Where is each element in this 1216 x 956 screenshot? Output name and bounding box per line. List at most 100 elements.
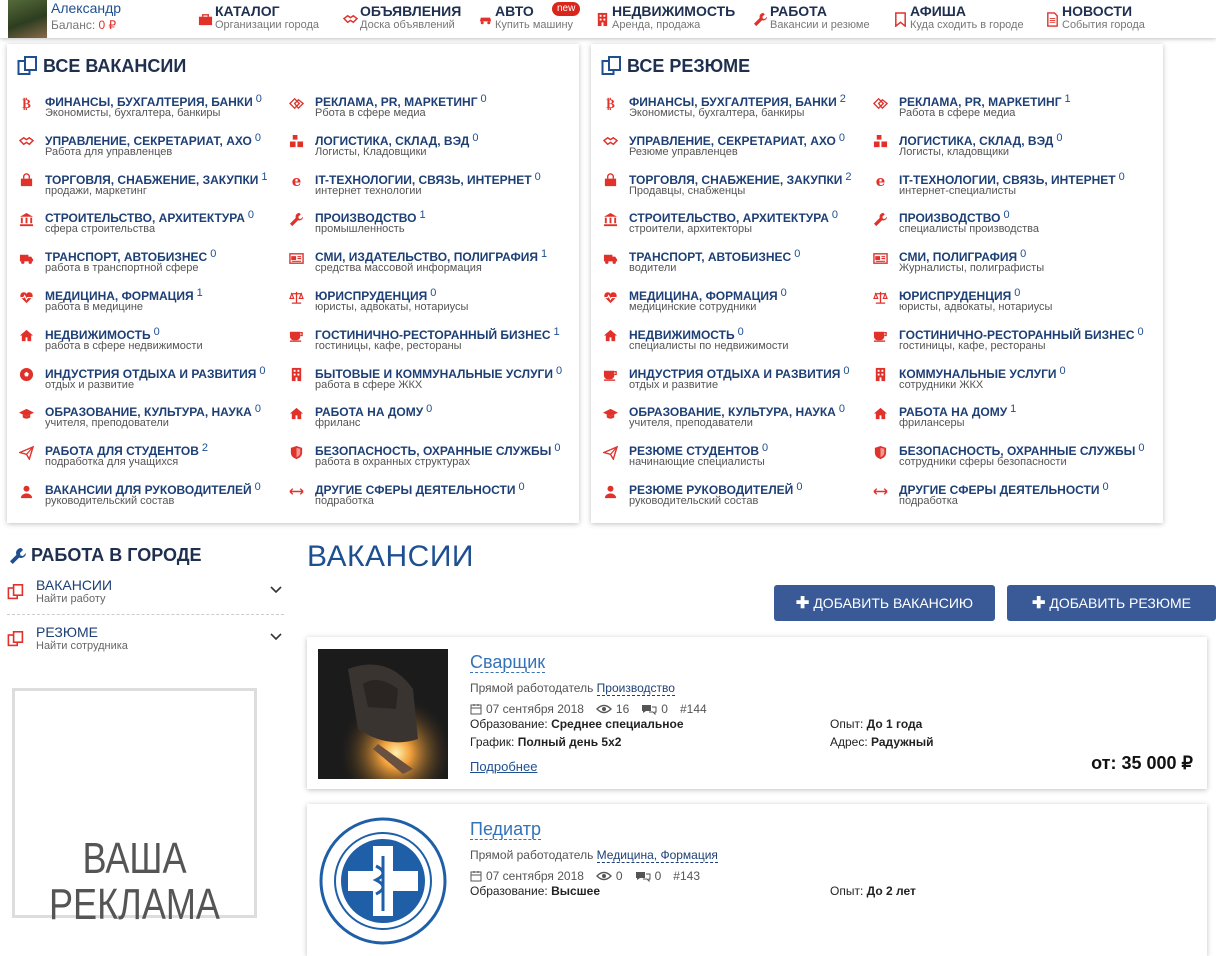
category-link[interactable]: РАБОТА НА ДОМУ 1: [899, 399, 1016, 419]
category-link[interactable]: РЕЗЮМЕ РУКОВОДИТЕЛЕЙ 0: [629, 477, 802, 497]
category-link[interactable]: УПРАВЛЕНИЕ, СЕКРЕТАРИАТ, АХО 0: [45, 128, 261, 148]
category-item[interactable]: РЕЗЮМЕ СТУДЕНТОВ 0 начинающие специалисты: [601, 438, 876, 472]
category-link[interactable]: ИНДУСТРИЯ ОТДЫХА И РАЗВИТИЯ 0: [45, 361, 266, 381]
welder-photo[interactable]: [318, 649, 448, 779]
category-item[interactable]: НЕДВИЖИМОСТЬ 0 работа в сфере недвижимости: [17, 322, 292, 356]
category-link[interactable]: ОБРАЗОВАНИЕ, КУЛЬТУРА, НАУКА 0: [629, 399, 845, 419]
category-item[interactable]: e IT-ТЕХНОЛОГИИ, СВЯЗЬ, ИНТЕРНЕТ 0 интернет…: [287, 167, 562, 201]
category-link[interactable]: СТРОИТЕЛЬСТВО, АРХИТЕКТУРА 0: [45, 205, 254, 225]
category-item[interactable]: ЮРИСПРУДЕНЦИЯ 0 юристы, адвокаты, нотариус…: [871, 283, 1146, 317]
category-item[interactable]: МЕДИЦИНА, ФОРМАЦИЯ 1 работа в медицине: [17, 283, 292, 317]
category-link[interactable]: Медицина, Формация: [596, 848, 718, 863]
sidebar-item-vacancies[interactable]: ВАКАНСИИ Найти работу: [7, 576, 284, 616]
sidebar-item-resumes[interactable]: РЕЗЮМЕ Найти сотрудника: [7, 623, 284, 663]
category-link[interactable]: ИНДУСТРИЯ ОТДЫХА И РАЗВИТИЯ 0: [629, 361, 850, 381]
category-item[interactable]: ВАКАНСИИ ДЛЯ РУКОВОДИТЕЛЕЙ 0 руководительс…: [17, 477, 292, 511]
category-link[interactable]: ОБРАЗОВАНИЕ, КУЛЬТУРА, НАУКА 0: [45, 399, 261, 419]
nav-item-7[interactable]: НОВОСТИ События города: [1042, 3, 1145, 35]
category-item[interactable]: ЛОГИСТИКА, СКЛАД, ВЭД 0 Логисты, кладовщик…: [871, 128, 1146, 162]
category-link[interactable]: БЕЗОПАСНОСТЬ, ОХРАННЫЕ СЛУЖБЫ 0: [899, 438, 1144, 458]
category-item[interactable]: СТРОИТЕЛЬСТВО, АРХИТЕКТУРА 0 строители, ар…: [601, 205, 876, 239]
category-link[interactable]: СТРОИТЕЛЬСТВО, АРХИТЕКТУРА 0: [629, 205, 838, 225]
category-item[interactable]: ГОСТИНИЧНО-РЕСТОРАННЫЙ БИЗНЕС 0 гостиницы,…: [871, 322, 1146, 356]
category-link[interactable]: ФИНАНСЫ, БУХГАЛТЕРИЯ, БАНКИ 0: [45, 89, 262, 109]
category-link[interactable]: БЫТОВЫЕ И КОММУНАЛЬНЫЕ УСЛУГИ 0: [315, 361, 562, 381]
category-item[interactable]: ТОРГОВЛЯ, СНАБЖЕНИЕ, ЗАКУПКИ 2 Продавцы, с…: [601, 167, 876, 201]
category-link[interactable]: БЕЗОПАСНОСТЬ, ОХРАННЫЕ СЛУЖБЫ 0: [315, 438, 560, 458]
ad-banner[interactable]: ВАША РЕКЛАМА: [12, 688, 257, 928]
job-title-link[interactable]: Сварщик: [470, 652, 546, 673]
category-link[interactable]: ПРОИЗВОДСТВО 1: [315, 205, 426, 225]
category-link[interactable]: ТОРГОВЛЯ, СНАБЖЕНИЕ, ЗАКУПКИ 2: [629, 167, 852, 187]
category-item[interactable]: УПРАВЛЕНИЕ, СЕКРЕТАРИАТ, АХО 0 Работа для …: [17, 128, 292, 162]
avatar[interactable]: [8, 0, 47, 38]
add-vacancy-button[interactable]: ✚ ДОБАВИТЬ ВАКАНСИЮ: [774, 585, 995, 621]
chevron-down-icon[interactable]: [270, 633, 282, 641]
nav-item-4[interactable]: НЕДВИЖИМОСТЬ Аренда, продажа: [592, 3, 735, 35]
category-link[interactable]: ТОРГОВЛЯ, СНАБЖЕНИЕ, ЗАКУПКИ 1: [45, 167, 268, 187]
chevron-down-icon[interactable]: [270, 586, 282, 594]
category-item[interactable]: БЫТОВЫЕ И КОММУНАЛЬНЫЕ УСЛУГИ 0 работа в с…: [287, 361, 562, 395]
category-link[interactable]: РАБОТА ДЛЯ СТУДЕНТОВ 2: [45, 438, 208, 458]
category-item[interactable]: ИНДУСТРИЯ ОТДЫХА И РАЗВИТИЯ 0 отдых и разв…: [601, 361, 876, 395]
category-link[interactable]: СМИ, ПОЛИГРАФИЯ 0: [899, 244, 1026, 264]
category-item[interactable]: ДРУГИЕ СФЕРЫ ДЕЯТЕЛЬНОСТИ 0 подработка: [287, 477, 562, 511]
category-link[interactable]: РЕЗЮМЕ СТУДЕНТОВ 0: [629, 438, 768, 458]
category-link[interactable]: ФИНАНСЫ, БУХГАЛТЕРИЯ, БАНКИ 2: [629, 89, 846, 109]
category-item[interactable]: РЕКЛАМА, PR, МАРКЕТИНГ 1 Работа в сфере ме…: [871, 89, 1146, 123]
category-link[interactable]: МЕДИЦИНА, ФОРМАЦИЯ 0: [629, 283, 787, 303]
category-item[interactable]: БЕЗОПАСНОСТЬ, ОХРАННЫЕ СЛУЖБЫ 0 работа в о…: [287, 438, 562, 472]
category-item[interactable]: ГОСТИНИЧНО-РЕСТОРАННЫЙ БИЗНЕС 1 гостиницы,…: [287, 322, 562, 356]
category-item[interactable]: ИНДУСТРИЯ ОТДЫХА И РАЗВИТИЯ 0 отдых и разв…: [17, 361, 292, 395]
category-link[interactable]: ВАКАНСИИ ДЛЯ РУКОВОДИТЕЛЕЙ 0: [45, 477, 261, 497]
job-title-link[interactable]: Педиатр: [470, 819, 541, 840]
hospital-logo[interactable]: [318, 816, 448, 946]
category-item[interactable]: ТРАНСПОРТ, АВТОБИЗНЕС 0 работа в транспорт…: [17, 244, 292, 278]
category-item[interactable]: ЮРИСПРУДЕНЦИЯ 0 юристы, адвокаты, нотариус…: [287, 283, 562, 317]
category-item[interactable]: СТРОИТЕЛЬСТВО, АРХИТЕКТУРА 0 сфера строите…: [17, 205, 292, 239]
category-item[interactable]: РАБОТА ДЛЯ СТУДЕНТОВ 2 подработка для учащ…: [17, 438, 292, 472]
category-link[interactable]: Производство: [596, 681, 675, 696]
category-item[interactable]: ₿ ФИНАНСЫ, БУХГАЛТЕРИЯ, БАНКИ 2 Экономисты,…: [601, 89, 876, 123]
nav-item-5[interactable]: РАБОТА Вакансии и резюме: [750, 3, 870, 35]
category-item[interactable]: МЕДИЦИНА, ФОРМАЦИЯ 0 медицинские сотрудник…: [601, 283, 876, 317]
category-item[interactable]: УПРАВЛЕНИЕ, СЕКРЕТАРИАТ, АХО 0 Резюме упра…: [601, 128, 876, 162]
category-link[interactable]: ЛОГИСТИКА, СКЛАД, ВЭД 0: [315, 128, 478, 148]
category-link[interactable]: ЮРИСПРУДЕНЦИЯ 0: [315, 283, 436, 303]
category-item[interactable]: КОММУНАЛЬНЫЕ УСЛУГИ 0 сотрудники ЖКХ: [871, 361, 1146, 395]
nav-item-1[interactable]: КАТАЛОГ Организации города: [195, 3, 319, 35]
category-link[interactable]: ДРУГИЕ СФЕРЫ ДЕЯТЕЛЬНОСТИ 0: [899, 477, 1109, 497]
category-link[interactable]: РЕКЛАМА, PR, МАРКЕТИНГ 0: [315, 89, 487, 109]
category-item[interactable]: ЛОГИСТИКА, СКЛАД, ВЭД 0 Логисты, Кладовщик…: [287, 128, 562, 162]
category-link[interactable]: РЕКЛАМА, PR, МАРКЕТИНГ 1: [899, 89, 1071, 109]
category-link[interactable]: ЮРИСПРУДЕНЦИЯ 0: [899, 283, 1020, 303]
category-link[interactable]: ТРАНСПОРТ, АВТОБИЗНЕС 0: [629, 244, 800, 264]
category-item[interactable]: НЕДВИЖИМОСТЬ 0 специалисты по недвижимости: [601, 322, 876, 356]
nav-item-2[interactable]: ОБЪЯВЛЕНИЯ Доска объявлений: [340, 3, 461, 35]
category-item[interactable]: ТРАНСПОРТ, АВТОБИЗНЕС 0 водители: [601, 244, 876, 278]
category-link[interactable]: IT-ТЕХНОЛОГИИ, СВЯЗЬ, ИНТЕРНЕТ 0: [315, 167, 541, 187]
nav-item-6[interactable]: АФИША Куда сходить в городе: [890, 3, 1024, 35]
category-item[interactable]: ДРУГИЕ СФЕРЫ ДЕЯТЕЛЬНОСТИ 0 подработка: [871, 477, 1146, 511]
user-name[interactable]: Александр: [51, 0, 121, 16]
category-item[interactable]: ₿ ФИНАНСЫ, БУХГАЛТЕРИЯ, БАНКИ 0 Экономисты,…: [17, 89, 292, 123]
category-link[interactable]: ЛОГИСТИКА, СКЛАД, ВЭД 0: [899, 128, 1062, 148]
category-item[interactable]: СМИ, ПОЛИГРАФИЯ 0 Журналисты, полиграфисты: [871, 244, 1146, 278]
category-link[interactable]: ТРАНСПОРТ, АВТОБИЗНЕС 0: [45, 244, 216, 264]
category-link[interactable]: IT-ТЕХНОЛОГИИ, СВЯЗЬ, ИНТЕРНЕТ 0: [899, 167, 1125, 187]
category-link[interactable]: КОММУНАЛЬНЫЕ УСЛУГИ 0: [899, 361, 1066, 381]
category-link[interactable]: НЕДВИЖИМОСТЬ 0: [45, 322, 160, 342]
category-link[interactable]: МЕДИЦИНА, ФОРМАЦИЯ 1: [45, 283, 203, 303]
category-item[interactable]: ТОРГОВЛЯ, СНАБЖЕНИЕ, ЗАКУПКИ 1 продажи, ма…: [17, 167, 292, 201]
category-item[interactable]: ПРОИЗВОДСТВО 0 специалисты производства: [871, 205, 1146, 239]
category-item[interactable]: ПРОИЗВОДСТВО 1 промышленность: [287, 205, 562, 239]
category-item[interactable]: ОБРАЗОВАНИЕ, КУЛЬТУРА, НАУКА 0 учителя, пр…: [601, 399, 876, 433]
category-item[interactable]: РАБОТА НА ДОМУ 1 фрилансеры: [871, 399, 1146, 433]
category-link[interactable]: НЕДВИЖИМОСТЬ 0: [629, 322, 744, 342]
category-item[interactable]: РЕЗЮМЕ РУКОВОДИТЕЛЕЙ 0 руководительский со…: [601, 477, 876, 511]
category-link[interactable]: ДРУГИЕ СФЕРЫ ДЕЯТЕЛЬНОСТИ 0: [315, 477, 525, 497]
category-link[interactable]: РАБОТА НА ДОМУ 0: [315, 399, 432, 419]
category-item[interactable]: СМИ, ИЗДАТЕЛЬСТВО, ПОЛИГРАФИЯ 1 средства м…: [287, 244, 562, 278]
category-link[interactable]: ГОСТИНИЧНО-РЕСТОРАННЫЙ БИЗНЕС 1: [315, 322, 560, 342]
more-link[interactable]: Подробнее: [470, 759, 537, 774]
